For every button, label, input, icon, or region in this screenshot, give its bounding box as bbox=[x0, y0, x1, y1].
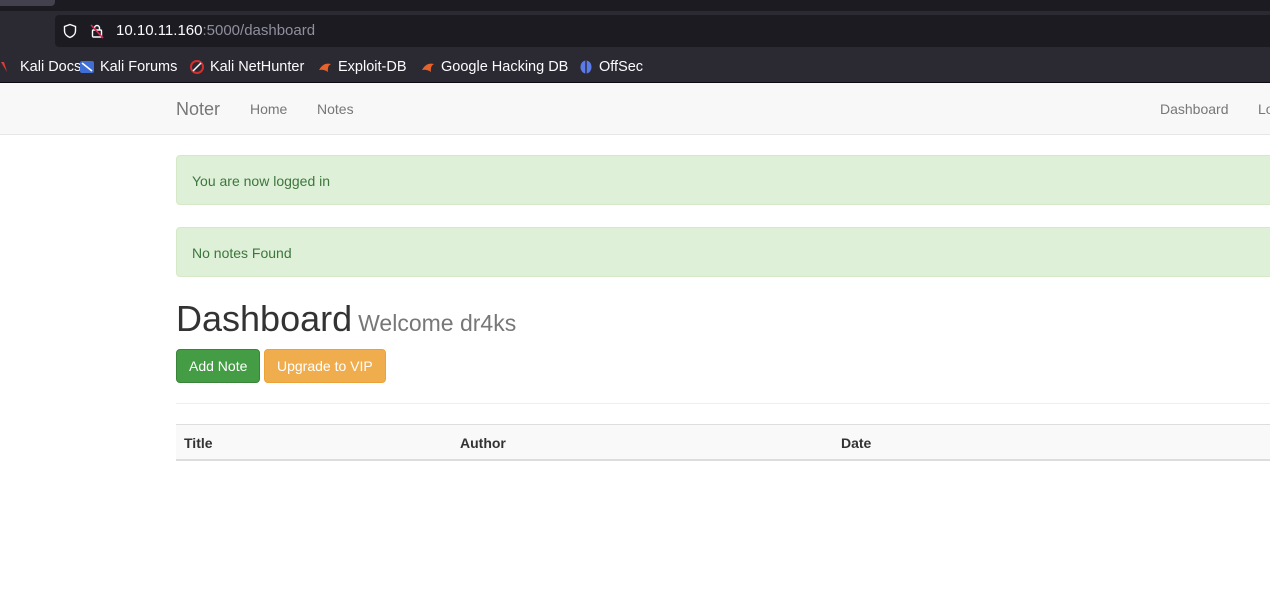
bookmark-kali-nethunter[interactable]: Kali NetHunter bbox=[190, 58, 304, 76]
active-tab[interactable] bbox=[0, 0, 55, 6]
nav-home[interactable]: Home bbox=[250, 101, 287, 117]
nav-dashboard[interactable]: Dashboard bbox=[1160, 101, 1229, 117]
ghdb-icon bbox=[421, 60, 435, 74]
bookmark-kali-docs[interactable]: Kali Docs bbox=[0, 58, 81, 76]
alert-no-notes: No notes Found bbox=[176, 227, 1270, 277]
browser-toolbar: 10.10.11.160:5000/dashboard bbox=[0, 11, 1270, 52]
bookmarks-bar: Kali Docs Kali Forums Kali NetHunter Exp… bbox=[0, 52, 1270, 83]
bookmark-label: OffSec bbox=[599, 59, 644, 75]
exploit-db-icon bbox=[318, 60, 332, 74]
column-title: Title bbox=[184, 435, 213, 451]
notes-table-header: Title Author Date bbox=[176, 424, 1270, 461]
nav-logout[interactable]: Logout bbox=[1258, 101, 1270, 117]
bookmark-label: Exploit-DB bbox=[338, 59, 407, 75]
url-bar[interactable]: 10.10.11.160:5000/dashboard bbox=[55, 15, 1270, 47]
browser-tab-strip bbox=[0, 0, 1270, 11]
bookmark-google-hacking-db[interactable]: Google Hacking DB bbox=[421, 58, 568, 76]
bookmark-label: Google Hacking DB bbox=[441, 59, 569, 75]
brand-link[interactable]: Noter bbox=[176, 99, 220, 120]
page-title: Dashboard Welcome dr4ks bbox=[176, 298, 516, 340]
bookmark-label: Kali Forums bbox=[100, 59, 178, 75]
alert-logged-in: You are now logged in bbox=[176, 155, 1270, 205]
nav-notes[interactable]: Notes bbox=[317, 101, 354, 117]
column-date: Date bbox=[841, 435, 872, 451]
upgrade-vip-button[interactable]: Upgrade to VIP bbox=[264, 349, 386, 383]
divider bbox=[176, 403, 1270, 404]
offsec-icon bbox=[579, 60, 593, 74]
bookmark-kali-forums[interactable]: Kali Forums bbox=[80, 58, 177, 76]
bookmark-label: Kali NetHunter bbox=[210, 59, 305, 75]
shield-icon[interactable] bbox=[62, 23, 78, 39]
kali-docs-icon bbox=[0, 60, 14, 74]
kali-nethunter-icon bbox=[190, 60, 204, 74]
kali-forums-icon bbox=[80, 60, 94, 74]
dashboard-title: Dashboard bbox=[176, 298, 353, 339]
add-note-button[interactable]: Add Note bbox=[176, 349, 261, 383]
column-author: Author bbox=[460, 435, 506, 451]
url-path: :5000/dashboard bbox=[202, 22, 316, 39]
bookmark-label: Kali Docs bbox=[20, 59, 82, 75]
site-navbar: Noter Home Notes Dashboard Logout bbox=[0, 83, 1270, 135]
bookmark-offsec[interactable]: OffSec bbox=[579, 58, 643, 76]
insecure-lock-icon[interactable] bbox=[89, 23, 105, 39]
url-host: 10.10.11.160 bbox=[116, 22, 203, 39]
welcome-text: Welcome dr4ks bbox=[358, 310, 517, 336]
url-text[interactable]: 10.10.11.160:5000/dashboard bbox=[116, 22, 315, 39]
bookmark-exploit-db[interactable]: Exploit-DB bbox=[318, 58, 407, 76]
